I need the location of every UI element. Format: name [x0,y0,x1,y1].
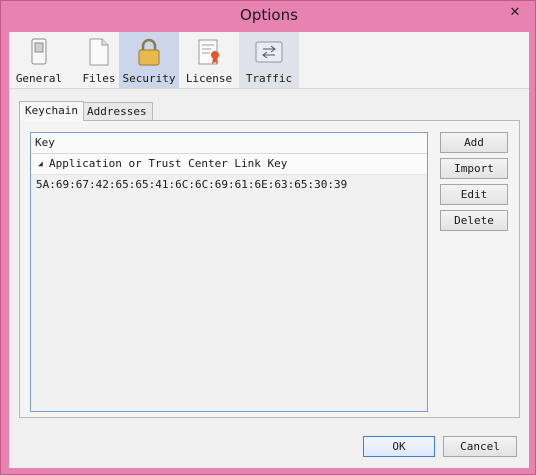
traffic-arrows-icon [255,41,283,63]
edit-button[interactable]: Edit [440,184,508,205]
toolbar-label-general: General [15,72,63,85]
toolbar-item-license[interactable]: License [179,32,239,88]
certificate-icon [198,39,219,65]
ok-button[interactable]: OK [363,436,435,457]
toolbar-item-general[interactable]: General [9,32,69,88]
dialog-client: General Files Security License Traffic K… [9,32,529,468]
toolbar-label-traffic: Traffic [245,72,293,85]
add-button[interactable]: Add [440,132,508,153]
keychain-panel: Key ◢ Application or Trust Center Link K… [19,120,520,418]
column-header-key[interactable]: Key [31,133,427,154]
import-button[interactable]: Import [440,158,508,179]
category-toolbar: General Files Security License Traffic [9,32,529,89]
tab-keychain[interactable]: Keychain [19,101,84,121]
close-icon: ✕ [509,4,521,20]
toolbar-item-security[interactable]: Security [119,32,179,88]
switch-icon [31,38,47,65]
expander-arrow-icon[interactable]: ◢ [38,154,43,174]
toolbar-label-security: Security [122,72,176,85]
title-bar: Options ✕ [1,1,536,32]
options-window: Options ✕ General Files Security License… [0,0,536,475]
keychain-tree[interactable]: Key ◢ Application or Trust Center Link K… [30,132,428,412]
close-button[interactable]: ✕ [498,2,532,22]
window-title: Options [240,6,298,24]
cancel-button[interactable]: Cancel [443,436,517,457]
tree-group-label: Application or Trust Center Link Key [49,157,288,170]
tab-addresses[interactable]: Addresses [81,102,153,120]
document-icon [89,38,109,66]
lock-icon [138,38,160,66]
tree-group-row[interactable]: ◢ Application or Trust Center Link Key [31,154,427,175]
toolbar-item-traffic[interactable]: Traffic [239,32,299,88]
toolbar-label-license: License [185,72,233,85]
tree-key-row[interactable]: 5A:69:67:42:65:65:41:6C:6C:69:61:6E:63:6… [36,177,347,193]
delete-button[interactable]: Delete [440,210,508,231]
